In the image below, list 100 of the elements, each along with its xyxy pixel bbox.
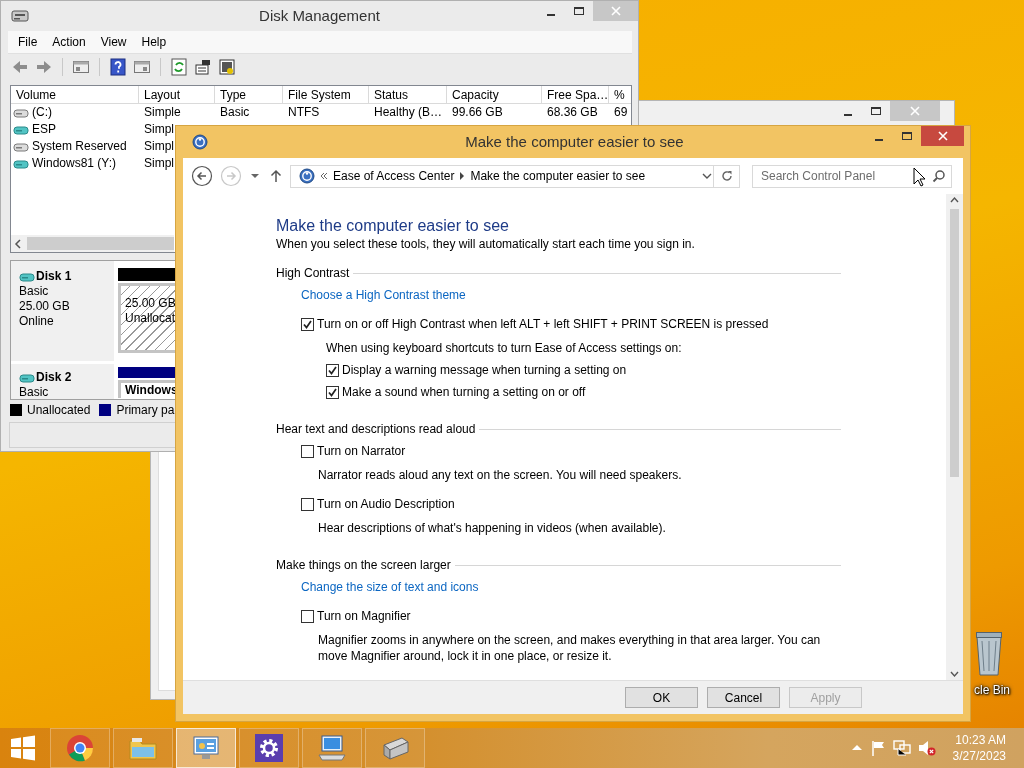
accessibility-icon	[192, 134, 208, 150]
partition-label: Unallocat	[125, 311, 176, 325]
checkbox[interactable]	[301, 609, 314, 623]
legend-label: Primary pa	[116, 403, 175, 417]
disk-info: Basic	[19, 284, 49, 298]
checkbox-label[interactable]: Turn on Narrator	[317, 443, 406, 459]
column-header[interactable]: Volume	[11, 86, 139, 104]
table-cell: Windows81 (Y:)	[32, 155, 117, 172]
table-cell: 99.66 GB	[452, 105, 503, 119]
computer-icon	[317, 733, 347, 763]
description-text: Magnifier zooms in anywhere on the screen, and makes everything in that area larger. You can move Magnifier around, lock it in one place, or resize it.	[317, 632, 822, 664]
breadcrumb-arrow-icon[interactable]	[459, 172, 466, 180]
disk-name: Disk 1	[36, 269, 72, 284]
browser-icon	[65, 733, 95, 763]
section-title: High Contrast	[276, 265, 350, 281]
table-cell: Simpl	[144, 122, 174, 136]
disk-name: Disk 2	[36, 370, 72, 385]
dropdown-caret-icon[interactable]	[701, 171, 713, 181]
close-icon	[910, 106, 920, 116]
address-bar[interactable]: Ease of Access Center Make the computer easier to see	[290, 164, 714, 188]
search-icon[interactable]	[932, 168, 946, 183]
window-title: Make the computer easier to see	[464, 132, 685, 152]
partition-label: 25.00 GB	[125, 296, 176, 310]
column-header[interactable]: Status	[369, 86, 447, 104]
checkbox-label[interactable]: Turn on Magnifier	[317, 608, 411, 624]
column-header[interactable]: Capacity	[447, 86, 542, 104]
drive-icon	[13, 107, 29, 118]
properties-icon[interactable]	[194, 57, 212, 76]
table-cell: 68.36 GB	[547, 105, 598, 119]
maximize-icon	[902, 132, 912, 140]
breadcrumb-link[interactable]: Make the computer easier to see	[470, 169, 646, 183]
table-cell: (C:)	[32, 104, 52, 121]
column-header[interactable]: Free Spa…	[542, 86, 609, 104]
section-title: Make things on the screen larger	[276, 557, 451, 573]
menu-item[interactable]: File	[18, 35, 38, 49]
table-cell: Healthy (B…	[374, 105, 443, 119]
table-cell: System Reserved	[32, 138, 127, 155]
partition-label: Windows	[125, 383, 178, 397]
maximize-icon	[871, 107, 881, 115]
refresh-icon[interactable]	[170, 57, 188, 76]
dialog-button[interactable]: Cancel	[707, 687, 780, 708]
windows-logo-icon	[9, 735, 36, 761]
taskbar-button[interactable]	[302, 728, 362, 768]
link[interactable]: Choose a High Contrast theme	[301, 287, 466, 303]
checkbox[interactable]	[326, 363, 339, 377]
checkbox[interactable]	[301, 497, 314, 511]
checkbox-label[interactable]: Make a sound when turning a setting on or off	[342, 384, 586, 400]
maximize-icon	[574, 7, 584, 15]
link[interactable]: Change the size of text and icons	[301, 579, 479, 595]
table-cell: Basic	[220, 105, 250, 119]
window-title: Disk Management	[258, 6, 381, 26]
menu-item[interactable]: Action	[52, 35, 86, 49]
page-heading: Make the computer easier to see	[276, 216, 510, 236]
dialog-button[interactable]: OK	[625, 687, 698, 708]
table-cell: Simpl	[144, 139, 174, 153]
disk-info: Online	[19, 314, 54, 328]
breadcrumb-link[interactable]: Ease of Access Center	[333, 169, 455, 183]
menu-item[interactable]: View	[100, 35, 127, 49]
table-cell: Simple	[144, 105, 181, 119]
up-arrow-icon[interactable]	[269, 168, 283, 184]
close-icon	[610, 6, 621, 16]
back-button[interactable]	[191, 165, 213, 187]
column-header[interactable]: Type	[215, 86, 283, 104]
column-header[interactable]: %	[609, 86, 631, 104]
page-description: When you select these tools, they will automatically start each time you sign in.	[276, 236, 696, 252]
checkbox[interactable]	[326, 385, 339, 399]
search-field[interactable]: Search Control Panel	[752, 164, 952, 188]
legend-label: Unallocated	[27, 403, 91, 417]
muted-speaker-icon[interactable]	[917, 740, 936, 756]
description-text: Narrator reads aloud any text on the screen. You will need speakers.	[317, 467, 683, 483]
dropdown-caret-icon[interactable]	[250, 171, 260, 181]
table-cell: 69	[614, 105, 628, 119]
close-icon	[937, 131, 948, 141]
taskbar-button[interactable]	[365, 728, 425, 768]
table-cell: ESP	[32, 121, 56, 138]
disk-info: Basic	[19, 385, 49, 399]
column-header[interactable]: File System	[283, 86, 369, 104]
cursor-icon	[913, 167, 926, 187]
drive-icon	[13, 158, 29, 169]
chevrons-icon	[320, 171, 328, 181]
section-title: Hear text and descriptions read aloud	[276, 421, 476, 437]
table-cell: Simpl	[144, 156, 174, 170]
drive-icon	[13, 124, 29, 135]
minimize-icon	[875, 138, 883, 141]
checkbox-label[interactable]: Display a warning message when turning a setting on	[342, 362, 627, 378]
drive-icon	[13, 141, 29, 152]
column-header[interactable]: Layout	[139, 86, 215, 104]
description-text: Hear descriptions of what's happening in videos (when available).	[317, 520, 667, 536]
network-icon[interactable]	[892, 740, 911, 756]
note-text: When using keyboard shortcuts to turn Ease of Access settings on:	[326, 340, 683, 356]
checkbox-label[interactable]: Turn on Audio Description	[317, 496, 455, 512]
checkbox[interactable]	[301, 444, 314, 458]
taskbar-button[interactable]	[239, 728, 299, 768]
menu-item[interactable]: Help	[141, 35, 167, 49]
disk-info: 25.00 GB	[19, 299, 70, 313]
checkbox[interactable]	[301, 317, 314, 331]
help-icon[interactable]	[109, 57, 127, 76]
checkbox-label[interactable]: Turn on or off High Contrast when left ALT + left SHIFT + PRINT SCREEN is pressed	[317, 316, 769, 332]
refresh-icon	[719, 169, 734, 183]
refresh-button[interactable]	[714, 164, 740, 188]
